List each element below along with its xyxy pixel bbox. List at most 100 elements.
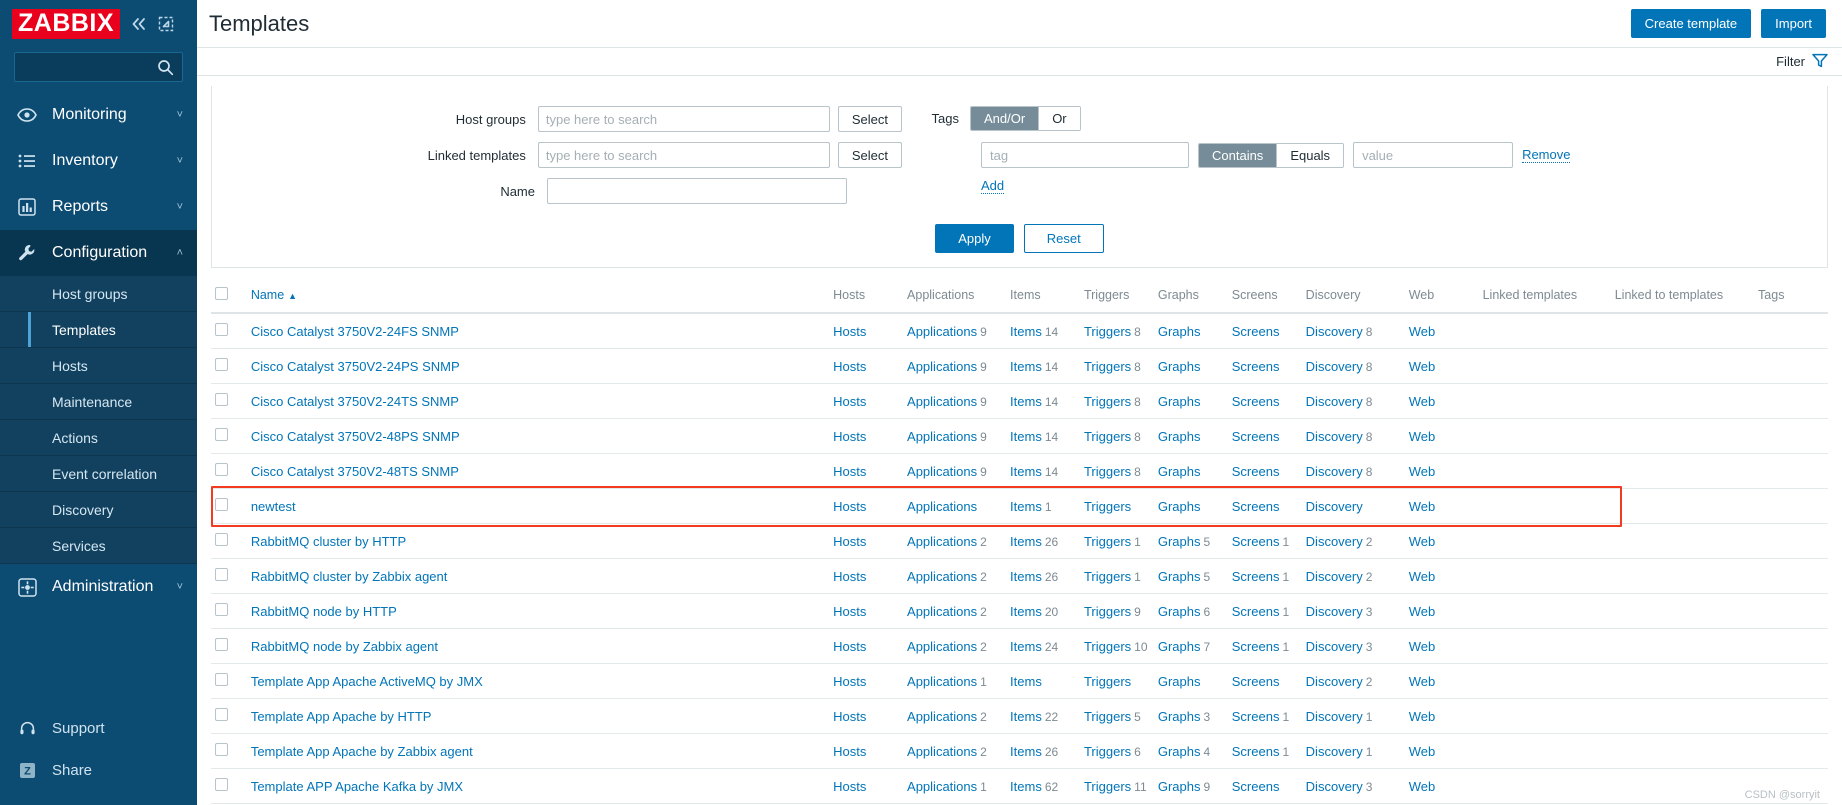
reset-button[interactable]: Reset: [1023, 224, 1104, 253]
host-groups-select-button[interactable]: Select: [837, 106, 902, 132]
applications-link[interactable]: Applications: [907, 534, 977, 549]
row-checkbox[interactable]: [215, 393, 228, 406]
screens-link[interactable]: Screens: [1232, 464, 1280, 479]
hosts-link[interactable]: Hosts: [833, 709, 866, 724]
items-link[interactable]: Items: [1010, 639, 1042, 654]
graphs-link[interactable]: Graphs: [1158, 394, 1201, 409]
table-row[interactable]: Template App Apache by Zabbix agent Hosts…: [211, 733, 1828, 769]
row-checkbox[interactable]: [215, 708, 228, 721]
tag-add-link[interactable]: Add: [981, 178, 1005, 194]
web-link[interactable]: Web: [1409, 639, 1436, 654]
host-groups-input[interactable]: [537, 106, 830, 132]
search-input[interactable]: [15, 59, 230, 75]
applications-link[interactable]: Applications: [907, 674, 977, 689]
sidebar-search[interactable]: [14, 52, 230, 82]
row-checkbox[interactable]: [215, 498, 228, 511]
web-link[interactable]: Web: [1409, 604, 1436, 619]
sidebar-item-services[interactable]: Services: [0, 528, 197, 564]
sidebar-item-inventory[interactable]: Inventory ˅: [0, 138, 197, 184]
table-row[interactable]: RabbitMQ cluster by HTTP Hosts Application…: [211, 523, 1828, 559]
graphs-link[interactable]: Graphs: [1158, 779, 1201, 794]
web-link[interactable]: Web: [1409, 674, 1436, 689]
table-row[interactable]: RabbitMQ node by Zabbix agent Hosts Applic…: [211, 628, 1828, 664]
hosts-link[interactable]: Hosts: [833, 359, 866, 374]
sidebar-item-actions[interactable]: Actions: [0, 420, 197, 456]
triggers-link[interactable]: Triggers: [1084, 779, 1131, 794]
sidebar-item-templates[interactable]: Templates: [0, 312, 197, 348]
web-link[interactable]: Web: [1409, 709, 1436, 724]
applications-link[interactable]: Applications: [907, 709, 977, 724]
screens-link[interactable]: Screens: [1232, 604, 1280, 619]
template-name-link[interactable]: Template App Apache by HTTP: [251, 709, 432, 724]
items-link[interactable]: Items: [1010, 464, 1042, 479]
applications-link[interactable]: Applications: [907, 359, 977, 374]
web-link[interactable]: Web: [1409, 324, 1436, 339]
row-checkbox[interactable]: [215, 743, 228, 756]
table-row[interactable]: Cisco Catalyst 3750V2-24FS SNMP Hosts Appl…: [211, 313, 1828, 349]
template-name-link[interactable]: Cisco Catalyst 3750V2-48PS SNMP: [251, 429, 460, 444]
import-button[interactable]: Import: [1761, 9, 1826, 38]
template-name-link[interactable]: Cisco Catalyst 3750V2-48TS SNMP: [251, 464, 459, 479]
template-name-link[interactable]: RabbitMQ cluster by Zabbix agent: [251, 569, 448, 584]
triggers-link[interactable]: Triggers: [1084, 464, 1131, 479]
graphs-link[interactable]: Graphs: [1158, 604, 1201, 619]
screens-link[interactable]: Screens: [1232, 534, 1280, 549]
column-header-name[interactable]: Name ▲: [246, 278, 830, 314]
template-name-link[interactable]: Template App Apache ActiveMQ by JMX: [251, 674, 483, 689]
graphs-link[interactable]: Graphs: [1158, 324, 1201, 339]
screens-link[interactable]: Screens: [1232, 499, 1280, 514]
table-row[interactable]: RabbitMQ node by HTTP Hosts Applications 2 I…: [211, 593, 1828, 629]
template-name-link[interactable]: Template APP Apache Kafka by JMX: [251, 779, 463, 794]
discovery-link[interactable]: Discovery: [1306, 499, 1363, 514]
sidebar-item-support[interactable]: Support: [0, 707, 197, 749]
name-input[interactable]: [547, 178, 847, 204]
screens-link[interactable]: Screens: [1232, 569, 1280, 584]
discovery-link[interactable]: Discovery: [1306, 359, 1363, 374]
table-row[interactable]: newtest Hosts Applications Items 1 Triggers Gr…: [211, 488, 1828, 524]
template-name-link[interactable]: RabbitMQ node by HTTP: [251, 604, 397, 619]
row-checkbox[interactable]: [215, 428, 228, 441]
items-link[interactable]: Items: [1010, 534, 1042, 549]
hosts-link[interactable]: Hosts: [833, 394, 866, 409]
discovery-link[interactable]: Discovery: [1306, 429, 1363, 444]
triggers-link[interactable]: Triggers: [1084, 534, 1131, 549]
hosts-link[interactable]: Hosts: [833, 464, 866, 479]
screens-link[interactable]: Screens: [1232, 429, 1280, 444]
screens-link[interactable]: Screens: [1232, 744, 1280, 759]
discovery-link[interactable]: Discovery: [1306, 604, 1363, 619]
sidebar-item-maintenance[interactable]: Maintenance: [0, 384, 197, 420]
template-name-link[interactable]: Cisco Catalyst 3750V2-24FS SNMP: [251, 324, 459, 339]
applications-link[interactable]: Applications: [907, 744, 977, 759]
sidebar-item-administration[interactable]: Administration ˅: [0, 564, 197, 610]
applications-link[interactable]: Applications: [907, 569, 977, 584]
discovery-link[interactable]: Discovery: [1306, 639, 1363, 654]
template-name-link[interactable]: Cisco Catalyst 3750V2-24TS SNMP: [251, 394, 459, 409]
graphs-link[interactable]: Graphs: [1158, 359, 1201, 374]
items-link[interactable]: Items: [1010, 709, 1042, 724]
discovery-link[interactable]: Discovery: [1306, 394, 1363, 409]
discovery-link[interactable]: Discovery: [1306, 534, 1363, 549]
web-link[interactable]: Web: [1409, 534, 1436, 549]
row-checkbox[interactable]: [215, 323, 228, 336]
items-link[interactable]: Items: [1010, 429, 1042, 444]
table-row[interactable]: Cisco Catalyst 3750V2-24PS SNMP Hosts Appl…: [211, 348, 1828, 384]
triggers-link[interactable]: Triggers: [1084, 359, 1131, 374]
screens-link[interactable]: Screens: [1232, 779, 1280, 794]
expand-icon[interactable]: [158, 16, 174, 32]
items-link[interactable]: Items: [1010, 499, 1042, 514]
graphs-link[interactable]: Graphs: [1158, 534, 1201, 549]
row-checkbox[interactable]: [215, 568, 228, 581]
sidebar-item-discovery[interactable]: Discovery: [0, 492, 197, 528]
tag-match-contains[interactable]: Contains: [1199, 143, 1278, 167]
row-checkbox[interactable]: [215, 638, 228, 651]
tag-match-equals[interactable]: Equals: [1277, 143, 1344, 167]
items-link[interactable]: Items: [1010, 569, 1042, 584]
template-name-link[interactable]: RabbitMQ node by Zabbix agent: [251, 639, 438, 654]
template-name-link[interactable]: Template App Apache by Zabbix agent: [251, 744, 473, 759]
triggers-link[interactable]: Triggers: [1084, 744, 1131, 759]
row-checkbox[interactable]: [215, 533, 228, 546]
sidebar-item-configuration[interactable]: Configuration ˄: [0, 230, 197, 276]
items-link[interactable]: Items: [1010, 604, 1042, 619]
applications-link[interactable]: Applications: [907, 779, 977, 794]
discovery-link[interactable]: Discovery: [1306, 324, 1363, 339]
